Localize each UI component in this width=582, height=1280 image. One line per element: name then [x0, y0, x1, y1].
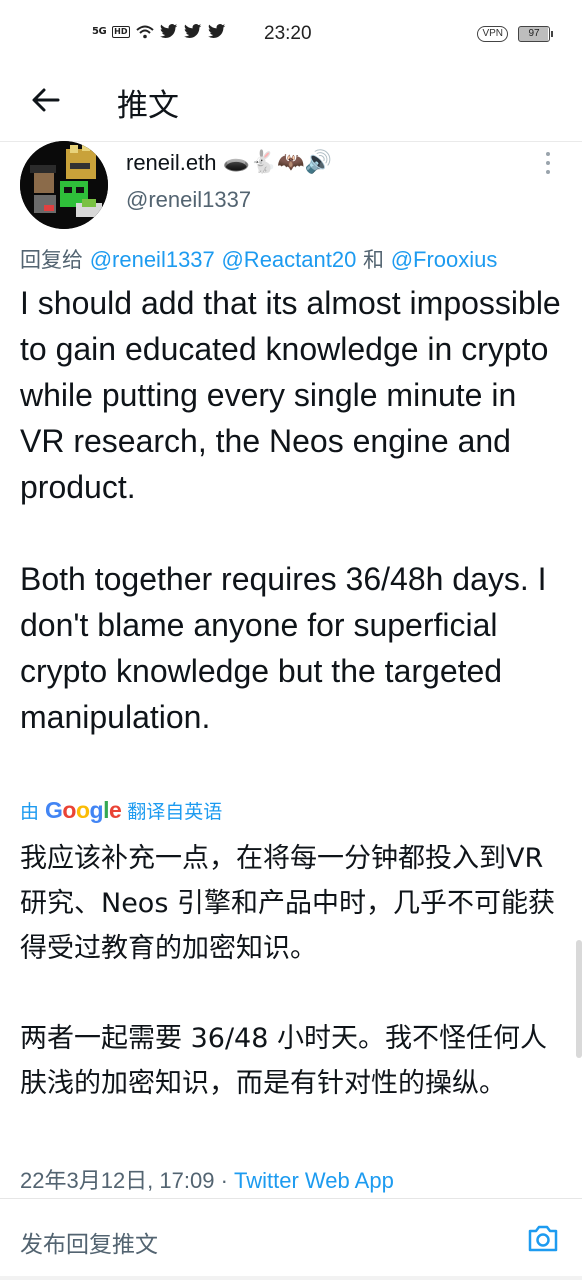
author-handle[interactable]: @reneil1337: [126, 187, 251, 213]
reply-input[interactable]: 发布回复推文: [20, 1225, 158, 1259]
reply-bar: 发布回复推文: [0, 1198, 582, 1280]
meta-separator: ·: [214, 1168, 235, 1193]
arrow-left-icon[interactable]: [28, 82, 64, 118]
reply-to-line: 回复给 @reneil1337 @Reactant20 和 @Frooxius: [20, 244, 497, 274]
status-left: 5G HD: [92, 24, 226, 39]
timestamp: 22年3月12日, 17:09: [20, 1168, 215, 1193]
battery-icon: 97: [518, 26, 553, 42]
more-options-icon[interactable]: [541, 152, 555, 180]
google-logo: Google: [45, 797, 122, 823]
wifi-icon: [135, 25, 154, 38]
twitter-icon: [207, 24, 225, 38]
app-header: 推文: [0, 64, 582, 142]
vpn-badge: VPN: [477, 26, 508, 42]
mention-link[interactable]: @reneil1337: [90, 247, 215, 272]
scrollbar[interactable]: [576, 940, 582, 1058]
avatar[interactable]: [20, 141, 108, 229]
author-emoji: 🕳️🐇🦇🔊: [222, 150, 333, 175]
author-name-row[interactable]: reneil.eth 🕳️🐇🦇🔊: [126, 150, 332, 176]
mention-link[interactable]: @Frooxius: [391, 247, 498, 272]
page-title: 推文: [117, 88, 179, 124]
bottom-edge: [0, 1276, 582, 1280]
translated-by-suffix: 翻译自英语: [127, 801, 223, 823]
reply-to-prefix: 回复给: [20, 248, 90, 272]
tweet-meta: 22年3月12日, 17:09 · Twitter Web App: [20, 1163, 394, 1195]
camera-icon[interactable]: [526, 1221, 560, 1255]
tweet-text: I should add that its almost impossible …: [20, 285, 561, 735]
author-name: reneil.eth: [126, 150, 217, 175]
hd-badge: HD: [112, 25, 130, 38]
mention-link[interactable]: @Reactant20: [221, 247, 356, 272]
source-app-link[interactable]: Twitter Web App: [234, 1168, 394, 1193]
translated-by[interactable]: 由 Google 翻译自英语: [20, 797, 222, 824]
status-right: VPN 97: [477, 26, 553, 42]
status-bar: 5G HD 23:20 VPN 97: [0, 0, 582, 64]
twitter-icon: [159, 24, 177, 38]
reply-to-conjunction: 和: [356, 248, 391, 272]
avatar-image: [20, 141, 108, 229]
signal-icon: 5G: [92, 26, 107, 37]
translated-by-prefix: 由: [20, 801, 40, 823]
clock: 23:20: [264, 23, 312, 44]
translated-text: 我应该补充一点，在将每一分钟都投入到VR 研究、Neos 引擎和产品中时，几乎不…: [20, 843, 555, 1099]
twitter-icon: [183, 24, 201, 38]
